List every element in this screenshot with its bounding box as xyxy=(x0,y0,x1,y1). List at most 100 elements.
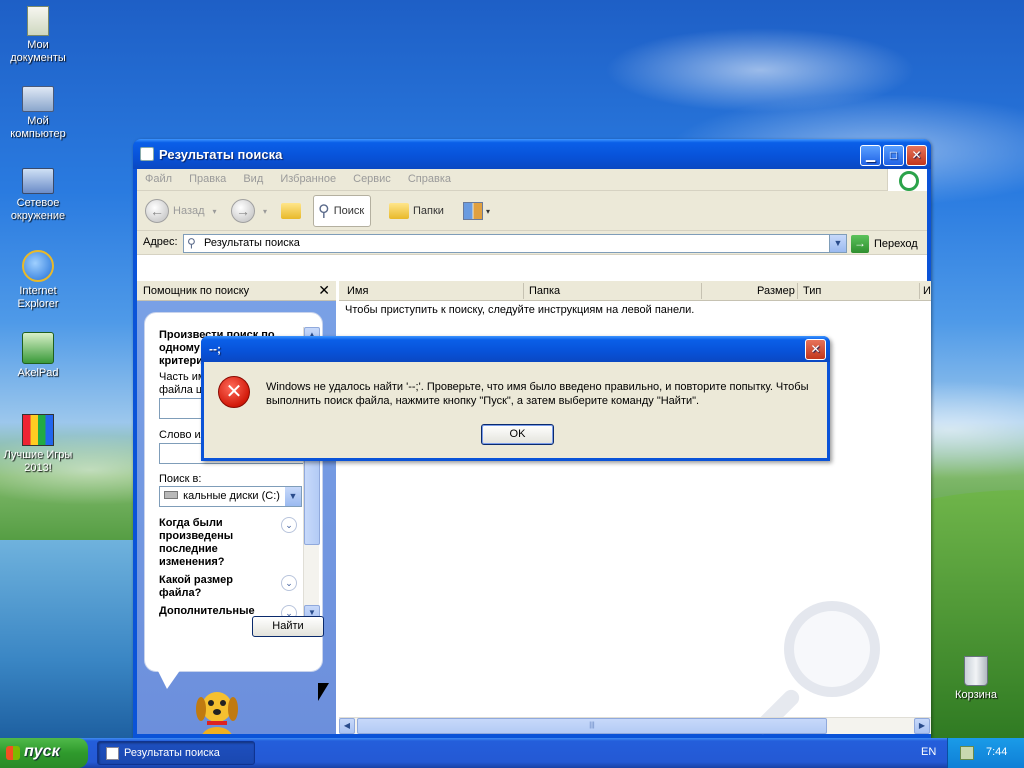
expand-date-chevron-icon[interactable]: ⌄ xyxy=(281,517,297,533)
recycle-bin-icon xyxy=(964,656,988,686)
go-label: Переход xyxy=(874,237,918,250)
desktop-icon-games[interactable]: Лучшие Игры 2013! xyxy=(0,414,76,475)
views-dropdown-icon: ▾ xyxy=(486,206,491,216)
menu-bar: Файл Правка Вид Избранное Сервис Справка xyxy=(137,169,927,191)
results-horizontal-scrollbar[interactable]: ◀ ||| ▶ xyxy=(339,717,931,734)
menu-favorites[interactable]: Избранное xyxy=(280,173,336,185)
address-search-icon: ⚲ xyxy=(187,236,196,250)
desktop-icon-akelpad[interactable]: AkelPad xyxy=(0,332,76,380)
menu-view[interactable]: Вид xyxy=(243,173,263,185)
dialog-close-button[interactable]: ✕ xyxy=(805,339,826,360)
search-companion-header: Помощник по поиску ✕ xyxy=(137,281,336,301)
search-in-select[interactable]: кальные диски (C:) ▼ xyxy=(159,486,302,507)
tray-app-icon[interactable] xyxy=(960,746,974,760)
desktop-icon-recycle-bin[interactable]: Корзина xyxy=(938,656,1014,702)
start-button[interactable]: пуск xyxy=(0,738,88,768)
back-arrow-icon: ← xyxy=(145,199,169,223)
games-icon xyxy=(22,414,54,446)
bubble-tail xyxy=(157,669,181,689)
menu-edit[interactable]: Правка xyxy=(189,173,226,185)
system-tray: 7:44 xyxy=(947,738,1024,768)
desktop-icon-my-computer[interactable]: Мой компьютер xyxy=(0,86,76,141)
address-value: Результаты поиска xyxy=(204,237,300,249)
go-button[interactable]: → Переход xyxy=(851,234,918,253)
desktop-icon-label: Корзина xyxy=(955,689,997,701)
search-in-label: Поиск в: xyxy=(159,473,202,485)
file-size-section[interactable]: Какой размер файла? xyxy=(159,574,233,600)
error-icon: ✕ xyxy=(218,376,250,408)
menu-tools[interactable]: Сервис xyxy=(353,173,391,185)
search-companion-title: Помощник по поиску xyxy=(143,285,250,297)
desktop-icon-internet-explorer[interactable]: Internet Explorer xyxy=(0,250,76,311)
mouse-cursor-icon xyxy=(318,683,329,701)
desktop-icon-my-documents[interactable]: Мои документы xyxy=(0,6,76,65)
up-folder-button[interactable] xyxy=(281,197,301,225)
start-label: пуск xyxy=(24,743,60,760)
watermark-magnifier-icon xyxy=(784,601,880,697)
menu-file[interactable]: Файл xyxy=(145,173,172,185)
taskbar-search-results-button[interactable]: Результаты поиска xyxy=(97,741,255,765)
views-icon xyxy=(463,202,483,220)
scroll-left-button[interactable]: ◀ xyxy=(339,718,355,734)
dialog-body: ✕ Windows не удалось найти '--;'. Провер… xyxy=(204,362,827,458)
tray-clock[interactable]: 7:44 xyxy=(986,746,1007,758)
forward-dropdown-icon[interactable]: ▾ xyxy=(263,207,267,216)
scroll-right-button[interactable]: ▶ xyxy=(914,718,930,734)
column-folder[interactable]: Папка xyxy=(529,285,560,297)
desktop-icon-label: Internet Explorer xyxy=(17,285,59,310)
window-titlebar[interactable]: Результаты поиска ▁ □ ✕ xyxy=(133,139,931,169)
windows-flag-icon xyxy=(6,746,20,760)
folders-button[interactable]: Папки xyxy=(389,197,444,225)
desktop-icon-label: Мой компьютер xyxy=(10,115,66,140)
find-button[interactable]: Найти xyxy=(252,616,324,637)
close-pane-icon[interactable]: ✕ xyxy=(318,282,330,299)
error-dialog: --; ✕ ✕ Windows не удалось найти '--;'. … xyxy=(201,336,830,461)
my-computer-icon xyxy=(22,86,54,112)
internet-explorer-icon xyxy=(22,250,54,282)
select-dropdown-button[interactable]: ▼ xyxy=(285,487,301,506)
search-icon: ⚲ xyxy=(318,203,330,220)
search-window-icon xyxy=(140,147,154,161)
column-type[interactable]: Тип xyxy=(803,285,821,297)
back-dropdown-icon[interactable]: ▾ xyxy=(213,207,217,216)
close-button[interactable]: ✕ xyxy=(906,145,927,166)
menu-help[interactable]: Справка xyxy=(408,173,451,185)
advanced-options-section[interactable]: Дополнительные xyxy=(159,605,255,618)
desktop-icon-label: Лучшие Игры 2013! xyxy=(3,449,73,474)
drive-icon xyxy=(164,491,178,499)
modified-date-section[interactable]: Когда были произведены последние изменен… xyxy=(159,517,233,569)
forward-arrow-icon: → xyxy=(231,199,255,223)
column-extra[interactable]: И xyxy=(923,285,931,297)
desktop-icon-network[interactable]: Сетевое окружение xyxy=(0,168,76,223)
taskbar-window-icon xyxy=(106,747,119,760)
word-label: Слово ил xyxy=(159,429,208,441)
windows-throbber-icon xyxy=(887,169,927,191)
horizontal-scroll-thumb[interactable]: ||| xyxy=(357,718,827,734)
search-toolbar-button[interactable]: ⚲ Поиск xyxy=(313,195,372,227)
expand-size-chevron-icon[interactable]: ⌄ xyxy=(281,575,297,591)
up-folder-icon xyxy=(281,203,301,219)
views-button[interactable]: ▾ xyxy=(463,197,490,225)
forward-button[interactable]: → ▾ xyxy=(231,197,267,225)
maximize-button[interactable]: □ xyxy=(883,145,904,166)
minimize-button[interactable]: ▁ xyxy=(860,145,881,166)
dialog-title: --; xyxy=(209,342,221,356)
desktop-icon-label: Сетевое окружение xyxy=(10,197,66,222)
taskbar-task-label: Результаты поиска xyxy=(124,747,220,759)
column-name[interactable]: Имя xyxy=(347,285,368,297)
ok-button[interactable]: OK xyxy=(481,424,554,445)
address-dropdown-button[interactable]: ▼ xyxy=(829,235,846,252)
column-size[interactable]: Размер xyxy=(757,285,795,297)
dialog-titlebar[interactable]: --; ✕ xyxy=(201,336,830,362)
akelpad-icon xyxy=(22,332,54,364)
desktop-icon-label: Мои документы xyxy=(10,39,66,64)
results-column-headers: Имя Папка Размер Тип И xyxy=(339,281,931,301)
my-documents-icon xyxy=(27,6,49,36)
desktop-icon-label: AkelPad xyxy=(17,367,59,379)
results-hint: Чтобы приступить к поиску, следуйте инст… xyxy=(345,304,695,316)
language-indicator[interactable]: EN xyxy=(921,746,936,758)
folders-icon xyxy=(389,203,409,219)
back-button[interactable]: ← Назад ▾ xyxy=(145,197,217,225)
go-arrow-icon: → xyxy=(851,234,869,253)
address-input[interactable]: ⚲ Результаты поиска ▼ xyxy=(183,234,847,253)
